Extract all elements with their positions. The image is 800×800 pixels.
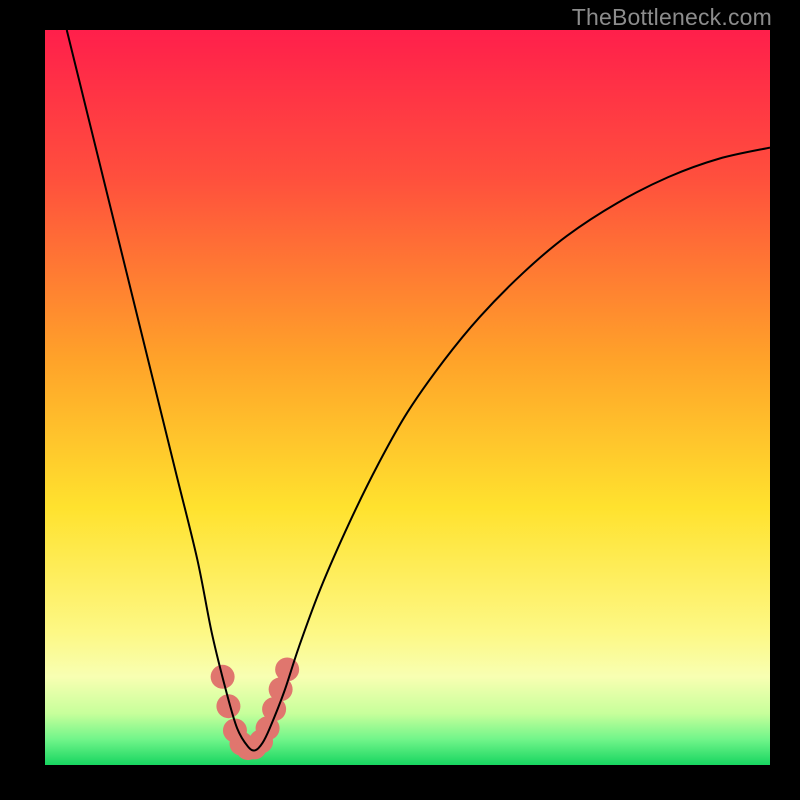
- plot-area: [45, 30, 770, 765]
- watermark-text: TheBottleneck.com: [572, 4, 772, 31]
- plot-svg: [45, 30, 770, 765]
- chart-frame: TheBottleneck.com: [0, 0, 800, 800]
- marker-dot: [275, 657, 299, 681]
- gradient-background: [45, 30, 770, 765]
